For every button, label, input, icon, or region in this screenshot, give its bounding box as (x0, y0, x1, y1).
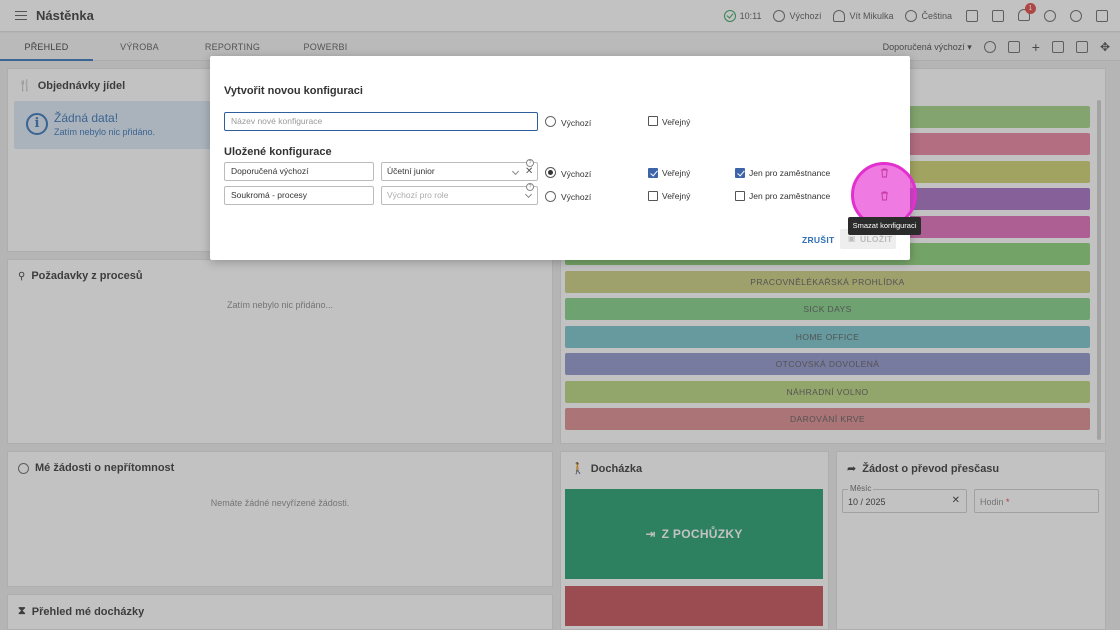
clear-role-icon[interactable]: ✕ (525, 167, 533, 177)
default-radio-1[interactable] (545, 167, 556, 178)
saved-configs-title: Uložené konfigurace (224, 146, 332, 158)
saved-config-name-1[interactable]: Doporučená výchozí (224, 162, 374, 181)
new-public-checkbox[interactable] (648, 116, 658, 126)
new-default-radio[interactable] (545, 116, 556, 127)
save-icon: ▣ (848, 234, 856, 243)
public-checkbox-2[interactable] (648, 191, 658, 201)
trash-icon[interactable] (880, 191, 889, 201)
public-label-2: Veřejný (662, 191, 691, 201)
new-default-label: Výchozí (561, 118, 592, 128)
new-public-label: Veřejný (662, 117, 691, 127)
delete-config-tooltip: Smazat konfiguraci (848, 217, 921, 235)
role-select-2[interactable]: Výchozí pro role (381, 186, 538, 205)
save-button-label: ULOŽIT (860, 234, 893, 244)
help-icon: ? (526, 183, 534, 191)
public-checkbox-1[interactable] (648, 168, 658, 178)
employees-only-label-1: Jen pro zaměstnance (749, 168, 831, 178)
employees-only-checkbox-1[interactable] (735, 168, 745, 178)
employees-only-checkbox-2[interactable] (735, 191, 745, 201)
trash-icon[interactable] (880, 168, 889, 178)
default-label-2: Výchozí (561, 192, 592, 202)
public-label-1: Veřejný (662, 168, 691, 178)
cancel-button[interactable]: ZRUŠIT (802, 235, 835, 245)
default-label-1: Výchozí (561, 169, 592, 179)
new-config-name-input[interactable]: Název nové konfigurace (224, 112, 538, 131)
create-config-dialog: Vytvořit novou konfiguraci Název nové ko… (210, 56, 910, 260)
employees-only-label-2: Jen pro zaměstnance (749, 191, 831, 201)
saved-config-name-2[interactable]: Soukromá - procesy (224, 186, 374, 205)
dialog-title: Vytvořit novou konfiguraci (224, 85, 363, 97)
default-radio-2[interactable] (545, 191, 556, 202)
